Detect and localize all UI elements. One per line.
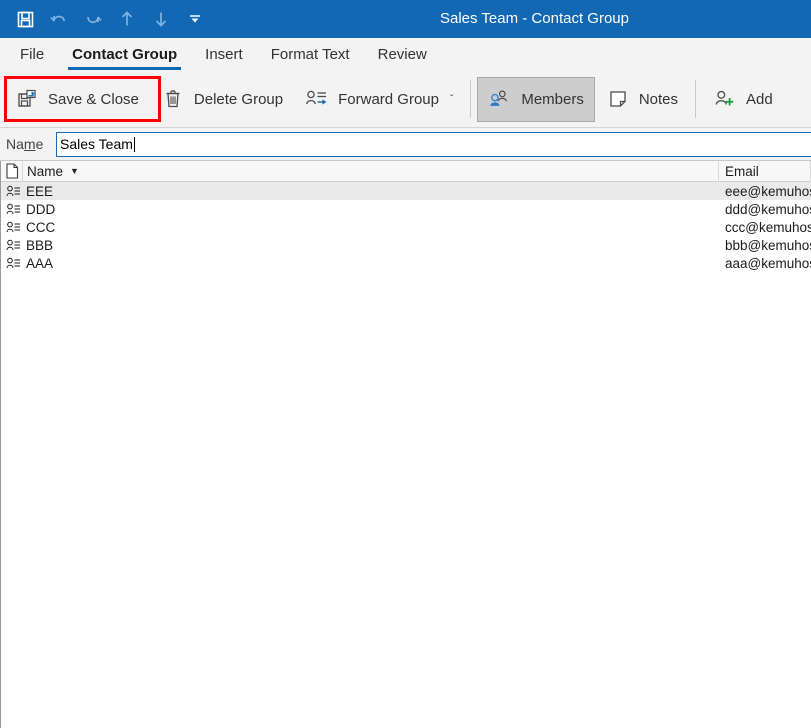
save-and-close-button[interactable]: Save & Close [4, 77, 150, 122]
contact-card-icon [1, 257, 23, 270]
members-list-body: EEE eee@kemuhost. DDD ddd@kemuhost [1, 182, 811, 564]
notes-label: Notes [638, 90, 679, 108]
delete-group-button[interactable]: Delete Group [150, 77, 294, 122]
previous-item-icon[interactable] [110, 3, 144, 35]
column-header-name-label: Name [27, 163, 64, 179]
name-field-label: Name [6, 136, 44, 152]
contact-card-icon [1, 185, 23, 198]
member-name: DDD [26, 201, 56, 217]
notes-icon [606, 87, 630, 111]
column-header-email-label: Email [725, 163, 759, 179]
tab-file[interactable]: File [6, 38, 58, 71]
redo-icon[interactable] [76, 3, 110, 35]
undo-icon[interactable] [42, 3, 76, 35]
members-label: Members [521, 90, 584, 108]
chevron-down-icon[interactable]: ˇ [450, 94, 453, 105]
member-email: bbb@kemuhost. [725, 237, 811, 253]
table-row[interactable]: BBB bbb@kemuhost. [1, 236, 811, 254]
member-email: aaa@kemuhost. [725, 255, 811, 271]
column-header-email[interactable]: Email [719, 160, 811, 182]
name-field-row: Name Sales Team [0, 128, 811, 161]
ribbon-separator-1 [470, 80, 472, 118]
notes-button[interactable]: Notes [595, 77, 689, 122]
save-icon[interactable] [8, 3, 42, 35]
customize-quick-access-toolbar-icon[interactable] [178, 3, 212, 35]
add-member-icon [713, 87, 737, 111]
members-button[interactable]: Members [477, 76, 595, 122]
member-email: ccc@kemuhost. [725, 219, 811, 235]
member-email: eee@kemuhost. [725, 183, 811, 199]
table-row[interactable]: CCC ccc@kemuhost. [1, 218, 811, 236]
quick-access-toolbar [0, 0, 212, 38]
forward-group-label: Forward Group [338, 90, 439, 108]
members-list-header: Name ▼ Email [1, 160, 811, 182]
add-members-label: Add [746, 90, 773, 108]
member-name: EEE [26, 183, 54, 199]
group-name-value: Sales Team [60, 136, 133, 152]
add-members-button[interactable]: Add [702, 77, 784, 122]
title-bar: Sales Team - Contact Group [0, 0, 811, 38]
tab-review[interactable]: Review [364, 38, 441, 71]
delete-group-label: Delete Group [193, 90, 284, 108]
ribbon-toolbar: Save & Close Delete Group Forward Group … [0, 71, 811, 128]
contact-card-icon [1, 203, 23, 216]
column-header-icon[interactable] [1, 160, 23, 182]
save-and-close-icon [15, 87, 39, 111]
trash-icon [161, 87, 185, 111]
forward-group-icon [305, 87, 329, 111]
table-row[interactable]: AAA aaa@kemuhost. [1, 254, 811, 272]
sort-descending-icon: ▼ [70, 166, 79, 176]
tab-insert[interactable]: Insert [191, 38, 257, 71]
member-name: BBB [26, 237, 54, 253]
text-caret [133, 136, 135, 152]
forward-group-button[interactable]: Forward Group ˇ [294, 77, 464, 122]
table-row[interactable]: DDD ddd@kemuhost [1, 200, 811, 218]
member-email: ddd@kemuhost [725, 201, 811, 217]
ribbon-separator-2 [695, 80, 697, 118]
column-header-name[interactable]: Name ▼ [23, 160, 719, 182]
contact-card-icon [1, 239, 23, 252]
tab-format-text[interactable]: Format Text [257, 38, 364, 71]
members-list: Name ▼ Email EEE eee@kemuhost. [0, 160, 811, 728]
member-name: CCC [26, 219, 56, 235]
contact-card-icon [1, 221, 23, 234]
next-item-icon[interactable] [144, 3, 178, 35]
member-name: AAA [26, 255, 54, 271]
save-and-close-label: Save & Close [48, 90, 139, 108]
tab-contact-group[interactable]: Contact Group [58, 38, 191, 71]
table-row[interactable]: EEE eee@kemuhost. [1, 182, 811, 200]
ribbon-tab-strip: File Contact Group Insert Format Text Re… [0, 38, 811, 71]
group-name-input[interactable]: Sales Team [56, 131, 811, 157]
members-icon [488, 87, 512, 111]
